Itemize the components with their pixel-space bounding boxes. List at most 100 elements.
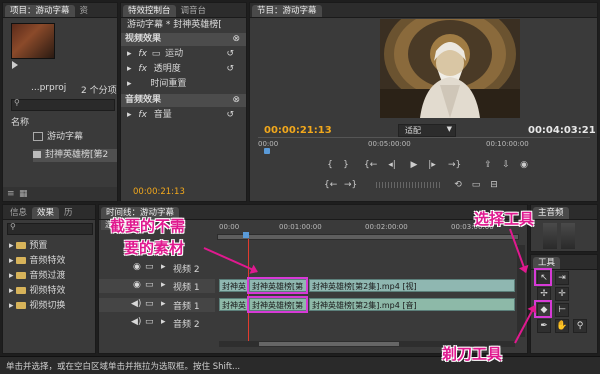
expand-arrow-icon[interactable]: ▸ — [9, 286, 14, 296]
effects-folder[interactable]: ▸ 音频过渡 — [9, 270, 95, 283]
clip-audio-segment-3[interactable]: 封神英雄榜[第2集].mp4 [音] — [309, 298, 515, 311]
project-item[interactable]: 游动字幕 — [33, 131, 117, 144]
lock-track-icon[interactable]: ▭ — [145, 262, 154, 272]
expand-arrow-icon[interactable]: ▸ — [161, 262, 166, 272]
effect-row-opacity[interactable]: ▸ fx 透明度 ↺ — [121, 63, 246, 76]
expand-arrow-icon[interactable]: ▸ — [9, 301, 14, 311]
reset-icon[interactable]: ↺ — [226, 63, 234, 76]
program-current-timecode[interactable]: 00:00:21:13 — [264, 125, 332, 136]
expand-arrow-icon[interactable]: ▸ — [121, 110, 132, 120]
scroll-thumb[interactable] — [259, 342, 399, 346]
track-header-audio-2: ◀) ▭ ▸ 音频 2 — [99, 316, 215, 330]
jog-shuttle[interactable] — [376, 182, 442, 188]
tab-project[interactable]: 项目：游动字幕 — [5, 5, 75, 17]
effect-controls-timecode[interactable]: 00:00:21:13 — [133, 187, 185, 197]
speaker-icon[interactable]: ◀) — [131, 299, 141, 309]
go-to-in-point-icon[interactable]: {← — [324, 179, 337, 191]
work-area-bar[interactable] — [217, 234, 519, 240]
step-forward-icon[interactable]: |▸ — [426, 159, 438, 171]
expand-arrow-icon[interactable]: ▸ — [121, 64, 132, 74]
project-item[interactable]: 封神英雄榜[第2 — [33, 149, 117, 162]
visibility-eye-icon[interactable]: ◉ — [133, 262, 141, 272]
extract-icon[interactable]: ⇩ — [500, 159, 512, 171]
timeline-playhead-handle[interactable] — [243, 232, 249, 238]
effects-search-field[interactable]: ⚲ — [7, 222, 93, 235]
track-header-video-1: ◉ ▭ ▸ 视频 1 — [99, 279, 215, 293]
tab-history[interactable]: 历 — [59, 207, 78, 219]
tab-master-audio[interactable]: 主音频 — [533, 207, 569, 219]
tab-effect-controls[interactable]: 特效控制台 — [123, 5, 176, 17]
rolling-edit-tool-icon[interactable]: ✛ — [555, 287, 569, 301]
slip-tool-icon[interactable]: ⊢ — [555, 303, 569, 317]
search-icon: ⚲ — [14, 98, 20, 107]
expand-arrow-icon[interactable]: ▸ — [161, 317, 166, 327]
video-effects-label: 视频效果 — [125, 34, 162, 44]
ruler-label: 00:02:00:00 — [365, 223, 408, 231]
go-to-in-icon[interactable]: {← — [364, 159, 377, 171]
go-to-out-point-icon[interactable]: →} — [344, 179, 357, 191]
fx-icon: fx — [138, 49, 147, 59]
tab-audio-mixer[interactable]: 调音台 — [176, 5, 212, 17]
list-view-icon[interactable]: ≡ — [7, 189, 15, 199]
visibility-eye-icon[interactable]: ◉ — [133, 280, 141, 290]
play-thumbnail-icon[interactable] — [12, 61, 18, 69]
expand-arrow-icon[interactable]: ▸ — [9, 241, 14, 251]
track-select-tool-icon[interactable]: ⇥ — [555, 271, 569, 285]
lock-track-icon[interactable]: ▭ — [145, 299, 154, 309]
safe-margins-icon[interactable]: ▭ — [470, 179, 482, 191]
go-to-out-icon[interactable]: →} — [448, 159, 461, 171]
collapse-icon[interactable]: ⊗ — [232, 94, 240, 107]
effects-folder[interactable]: ▸ 预置 — [9, 240, 95, 253]
expand-arrow-icon[interactable]: ▸ — [9, 271, 14, 281]
tab-program[interactable]: 节目：游动字幕 — [252, 5, 322, 17]
clip-audio-segment-1[interactable]: 封神英 — [219, 298, 248, 311]
lock-track-icon[interactable]: ▭ — [145, 280, 154, 290]
collapse-icon[interactable]: ⊗ — [232, 33, 240, 46]
ripple-edit-tool-icon[interactable]: ✢ — [537, 287, 551, 301]
fit-dropdown[interactable]: 适配 ▼ — [398, 124, 456, 137]
effects-folder[interactable]: ▸ 视频特效 — [9, 285, 95, 298]
track-header-video-2: ◉ ▭ ▸ 视频 2 — [99, 261, 215, 275]
project-search-field[interactable]: ⚲ — [11, 98, 115, 111]
pen-tool-icon[interactable]: ✒ — [537, 319, 551, 333]
program-playhead[interactable] — [264, 148, 270, 154]
loop-icon[interactable]: ⟲ — [452, 179, 464, 191]
expand-arrow-icon[interactable]: ▸ — [161, 299, 166, 309]
play-icon[interactable]: ▶ — [408, 159, 420, 171]
mark-in-icon[interactable]: { — [324, 159, 336, 171]
step-back-icon[interactable]: ◂| — [386, 159, 398, 171]
ruler-label: 00:01:00:00 — [279, 223, 322, 231]
tab-effects[interactable]: 效果 — [32, 207, 60, 219]
lock-track-icon[interactable]: ▭ — [145, 317, 154, 327]
audio-meter — [543, 223, 557, 249]
mark-out-icon[interactable]: } — [340, 159, 352, 171]
column-header-name[interactable]: 名称 — [11, 115, 29, 128]
speaker-icon[interactable]: ◀) — [131, 317, 141, 327]
icon-view-icon[interactable]: ▦ — [19, 189, 28, 199]
reset-icon[interactable]: ↺ — [226, 48, 234, 61]
trim-icon[interactable]: ⊟ — [488, 179, 500, 191]
lift-icon[interactable]: ⇪ — [482, 159, 494, 171]
reset-icon[interactable]: ↺ — [226, 109, 234, 122]
hand-tool-icon[interactable]: ✋ — [555, 319, 569, 333]
effects-folder[interactable]: ▸ 音频特效 — [9, 255, 95, 268]
audio-meter — [561, 223, 575, 249]
effects-folder[interactable]: ▸ 视频切换 — [9, 300, 95, 313]
expand-arrow-icon[interactable]: ▸ — [121, 49, 132, 59]
project-tabbar: 项目：游动字幕 资 — [3, 3, 117, 18]
program-time-ruler[interactable]: 00:00 00:05:00:00 00:10:00:00 — [258, 137, 590, 156]
tab-info[interactable]: 信息 — [5, 207, 32, 219]
effect-row-time-remap[interactable]: ▸ 时间重置 — [121, 78, 246, 91]
expand-arrow-icon[interactable]: ▸ — [161, 280, 166, 290]
clip-video-segment-3[interactable]: 封神英雄榜[第2集].mp4 [视] — [309, 279, 515, 292]
expand-arrow-icon[interactable]: ▸ — [121, 79, 132, 89]
status-bar: 单击并选择，或在空白区域单击并拖拉为选取框。按住 Shift... — [0, 356, 600, 374]
track-header-audio-1: ◀) ▭ ▸ 音频 1 — [99, 298, 215, 312]
expand-arrow-icon[interactable]: ▸ — [9, 256, 14, 266]
clip-video-segment-1[interactable]: 封神英 — [219, 279, 248, 292]
effect-row-motion[interactable]: ▸ fx ▭ 运动 ↺ — [121, 48, 246, 61]
export-frame-icon[interactable]: ◉ — [518, 159, 530, 171]
tab-resource[interactable]: 资 — [75, 5, 94, 17]
zoom-tool-icon[interactable]: ⚲ — [573, 319, 587, 333]
effect-row-volume[interactable]: ▸ fx 音量 ↺ — [121, 109, 246, 122]
